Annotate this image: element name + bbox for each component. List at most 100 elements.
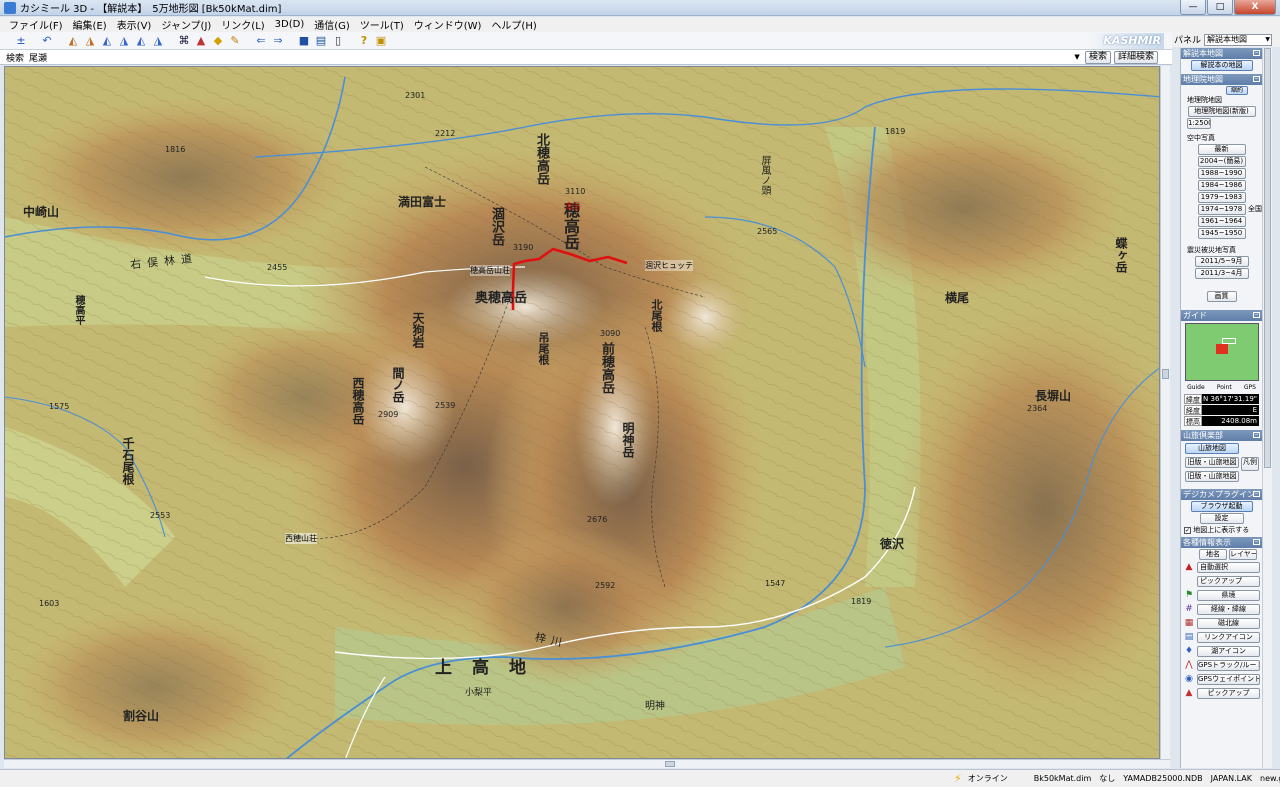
panel-scrollbar[interactable] [1262, 48, 1272, 768]
pan-icon[interactable]: ↶ [40, 34, 54, 47]
air-year-button[interactable]: 1945~1950 [1197, 228, 1246, 239]
collapse-icon[interactable]: − [1253, 432, 1260, 438]
lake-icon-button[interactable]: 湖アイコン [1197, 645, 1260, 657]
quake-button[interactable]: 2011/3~4月 [1194, 268, 1249, 279]
panel-select[interactable]: 解説本地図 ▼ [1204, 33, 1273, 46]
air-year-button[interactable]: 2004~(簡易) [1197, 156, 1246, 167]
show-on-map-row[interactable]: ✓ 地図上に表示する [1181, 525, 1262, 535]
guide-minimap[interactable] [1184, 323, 1259, 381]
quality-button[interactable]: 画質 [1206, 291, 1237, 302]
prefecture-border-button[interactable]: 県境 [1197, 589, 1260, 601]
old-yamatabi-button[interactable]: 旧版・山旅地図 [1185, 457, 1239, 468]
tab-point[interactable]: Point [1217, 383, 1232, 393]
maximize-button[interactable]: □ [1207, 0, 1233, 15]
book-map-button[interactable]: 解説本の地図 [1190, 60, 1253, 71]
collapse-icon[interactable]: − [1253, 76, 1260, 82]
menu-jump[interactable]: ジャンプ(J) [156, 17, 216, 32]
section-book-title[interactable]: 解説本地図 − [1181, 48, 1262, 59]
menu-file[interactable]: ファイル(F) [4, 17, 68, 32]
title-bar[interactable]: カシミール 3D - 【解説本】 5万地形図 [Bk50kMat.dim] — … [0, 0, 1280, 16]
magnetic-north-button[interactable]: 磁北線 [1197, 617, 1260, 629]
quake-button[interactable]: 2011/5~9月 [1194, 256, 1249, 267]
pickup-button[interactable]: ピックアップ [1197, 687, 1260, 699]
about-icon[interactable]: ▣ [374, 34, 388, 47]
collapse-icon[interactable]: − [1253, 539, 1260, 545]
back-icon[interactable]: ⇐ [254, 34, 268, 47]
air-year-button[interactable]: 1961~1964 [1197, 216, 1246, 227]
auto-select-dropdown[interactable]: 自動選択 [1197, 561, 1260, 573]
section-guide-title[interactable]: ガイド − [1181, 310, 1262, 321]
section-info-title[interactable]: 各種情報表示 − [1181, 537, 1262, 548]
view3d-save-icon[interactable]: ◭ [100, 34, 114, 47]
view3d-anim-icon[interactable]: ◭ [134, 34, 148, 47]
section-gsi-title[interactable]: 地理院地図 − [1181, 74, 1262, 85]
latlon-button[interactable]: 経線・緯線 [1197, 603, 1260, 615]
map-hscroll-thumb[interactable] [665, 761, 675, 767]
view3d-cut-icon[interactable]: ◮ [151, 34, 165, 47]
old-yamatabi-button-2[interactable]: 旧版・山旅地図 [1185, 471, 1239, 482]
search-dropdown-icon[interactable]: ▼ [1072, 53, 1082, 61]
view3d-icon[interactable]: ◭ [66, 34, 80, 47]
gps-track-button[interactable]: GPSトラック/ルート [1197, 659, 1260, 671]
pickup-icon: ▲ [1185, 688, 1193, 698]
gps-waypoint-button[interactable]: GPSウェイポイント [1197, 673, 1260, 685]
section-club-title[interactable]: 山旅倶楽部 − [1181, 430, 1262, 441]
air-year-button[interactable]: 1988~1990 [1197, 168, 1246, 179]
tab-guide[interactable]: Guide [1187, 383, 1205, 393]
view3d-print-icon[interactable]: ◮ [117, 34, 131, 47]
air-year-button[interactable]: 1974~1978 [1197, 204, 1246, 215]
search-label: 検索 [6, 53, 25, 64]
menu-window[interactable]: ウィンドウ(W) [409, 17, 487, 32]
view3d-up-icon[interactable]: ◮ [83, 34, 97, 47]
map-horizontal-scrollbar[interactable] [4, 759, 1170, 768]
browser-launch-button[interactable]: ブラウザ起動 [1190, 501, 1253, 512]
help-icon[interactable]: ? [357, 34, 371, 47]
collapse-icon[interactable]: − [1253, 50, 1260, 56]
pencil-icon[interactable]: ✎ [228, 34, 242, 47]
map-vertical-scrollbar[interactable] [1160, 66, 1170, 759]
device-icon[interactable]: ▯ [331, 34, 345, 47]
air-latest-button[interactable]: 最新 [1197, 144, 1246, 155]
link-icon-button[interactable]: リンクアイコン [1197, 631, 1260, 643]
menu-view[interactable]: 表示(V) [112, 17, 157, 32]
tag-icon[interactable]: ◆ [211, 34, 225, 47]
checkbox-icon[interactable]: ✓ [1184, 526, 1191, 534]
collapse-icon[interactable]: − [1253, 491, 1260, 497]
layer-button[interactable]: レイヤー [1229, 549, 1257, 560]
minimize-button[interactable]: — [1180, 0, 1206, 15]
menu-help[interactable]: ヘルプ(H) [486, 17, 541, 32]
panel-select-value: 解説本地図 [1207, 34, 1248, 44]
map-vscroll-thumb[interactable] [1162, 369, 1169, 379]
binoculars-icon[interactable]: ⌘ [177, 34, 191, 47]
pickup-dropdown[interactable]: ピックアップ [1197, 575, 1260, 587]
section-digi-title[interactable]: デジカメプラグイン − [1181, 489, 1262, 500]
menu-tools[interactable]: ツール(T) [355, 17, 409, 32]
gsi-scale-button[interactable]: 1:2500 [1187, 118, 1211, 129]
air-year-button[interactable]: 1984~1986 [1197, 180, 1246, 191]
gps-icon[interactable]: ■ [297, 34, 311, 47]
gsi-shrink-button[interactable]: 縮約 [1226, 86, 1248, 95]
legend-button[interactable]: 凡例 [1241, 457, 1259, 471]
yamatabi-map-button[interactable]: 山旅地図 [1185, 443, 1239, 454]
air-year-button[interactable]: 1979~1983 [1197, 192, 1246, 203]
zoom-search-icon[interactable]: ± [14, 34, 28, 47]
placename-button[interactable]: 地名 [1199, 549, 1227, 560]
menu-link[interactable]: リンク(L) [216, 17, 269, 32]
save-icon[interactable]: ▤ [314, 34, 328, 47]
tab-gps[interactable]: GPS [1244, 383, 1256, 393]
search-button[interactable]: 検索 [1085, 50, 1112, 64]
panel-scroll-thumb[interactable] [1264, 48, 1271, 468]
lat-key: 緯度 [1184, 394, 1202, 404]
mountain-icon[interactable]: ▲ [194, 34, 208, 47]
topo-map[interactable]: 北穂高岳 涸沢岳 穂高岳 奥穂高岳 前穂高岳 明神岳 西穂高岳 天狗岩 間ノ岳 … [4, 66, 1160, 759]
menu-comm[interactable]: 通信(G) [309, 17, 355, 32]
search-input[interactable] [27, 51, 1073, 63]
gsi-new-button[interactable]: 地理院地図(新版) [1187, 106, 1256, 117]
digi-settings-button[interactable]: 設定 [1199, 513, 1244, 524]
menu-edit[interactable]: 編集(E) [68, 17, 112, 32]
collapse-icon[interactable]: − [1253, 312, 1260, 318]
menu-3d[interactable]: 3D(D) [270, 19, 310, 30]
forward-icon[interactable]: ⇒ [271, 34, 285, 47]
detail-search-button[interactable]: 詳細検索 [1114, 50, 1159, 64]
close-button[interactable]: X [1234, 0, 1276, 15]
